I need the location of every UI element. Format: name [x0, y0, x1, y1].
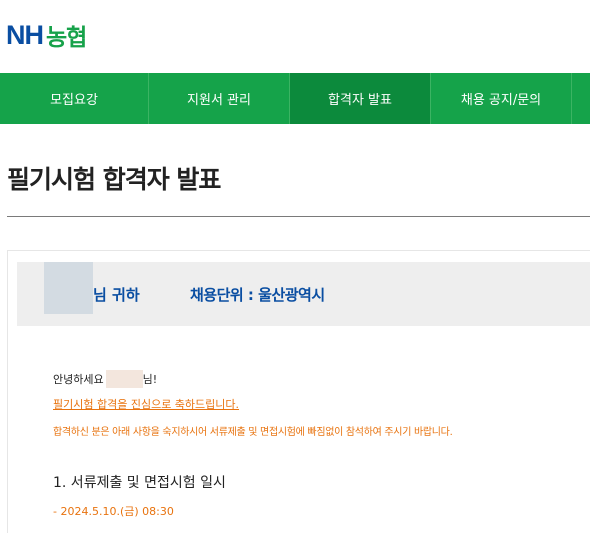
greeting-suffix: 님! [142, 373, 158, 386]
recruitment-unit: 채용단위 : 울산광역시 [190, 286, 325, 304]
schedule-datetime: - 2024.5.10.(금) 08:30 [53, 505, 174, 518]
title-divider [7, 216, 590, 217]
nh-logo[interactable]: NH 농협 [6, 19, 87, 52]
nav-item-recruitment-guide[interactable]: 모집요강 [0, 73, 149, 124]
nav-item-application-management[interactable]: 지원서 관리 [149, 73, 290, 124]
nav-item-label: 모집요강 [50, 93, 98, 108]
greeting-line: 안녕하세요 님! [53, 370, 157, 388]
greeting-prefix: 안녕하세요 [53, 373, 104, 386]
section-title-schedule: 1. 서류제출 및 면접시험 일시 [53, 475, 226, 491]
main-nav: 모집요강 지원서 관리 합격자 발표 채용 공지/문의 [0, 73, 590, 124]
nav-item-label: 지원서 관리 [187, 93, 251, 108]
logo-korean-text: 농협 [46, 25, 87, 51]
logo-nh-text: NH [6, 19, 44, 50]
congratulations-text: 필기시험 합격을 진심으로 축하드립니다. [53, 398, 240, 411]
page-title: 필기시험 합격자 발표 [7, 165, 221, 194]
nav-item-label: 합격자 발표 [328, 93, 392, 108]
redacted-name-block [44, 262, 93, 314]
redacted-greeting-name [105, 370, 143, 388]
notice-text: 합격하신 분은 아래 사항을 숙지하시어 서류제출 및 면접시험에 빠짐없이 참… [53, 427, 453, 438]
nav-item-notice-inquiry[interactable]: 채용 공지/문의 [431, 73, 572, 124]
recipient-name-suffix: 님 귀하 [93, 286, 140, 304]
nav-item-results[interactable]: 합격자 발표 [290, 73, 431, 124]
nav-item-overflow [572, 73, 590, 124]
nav-item-label: 채용 공지/문의 [460, 93, 542, 108]
